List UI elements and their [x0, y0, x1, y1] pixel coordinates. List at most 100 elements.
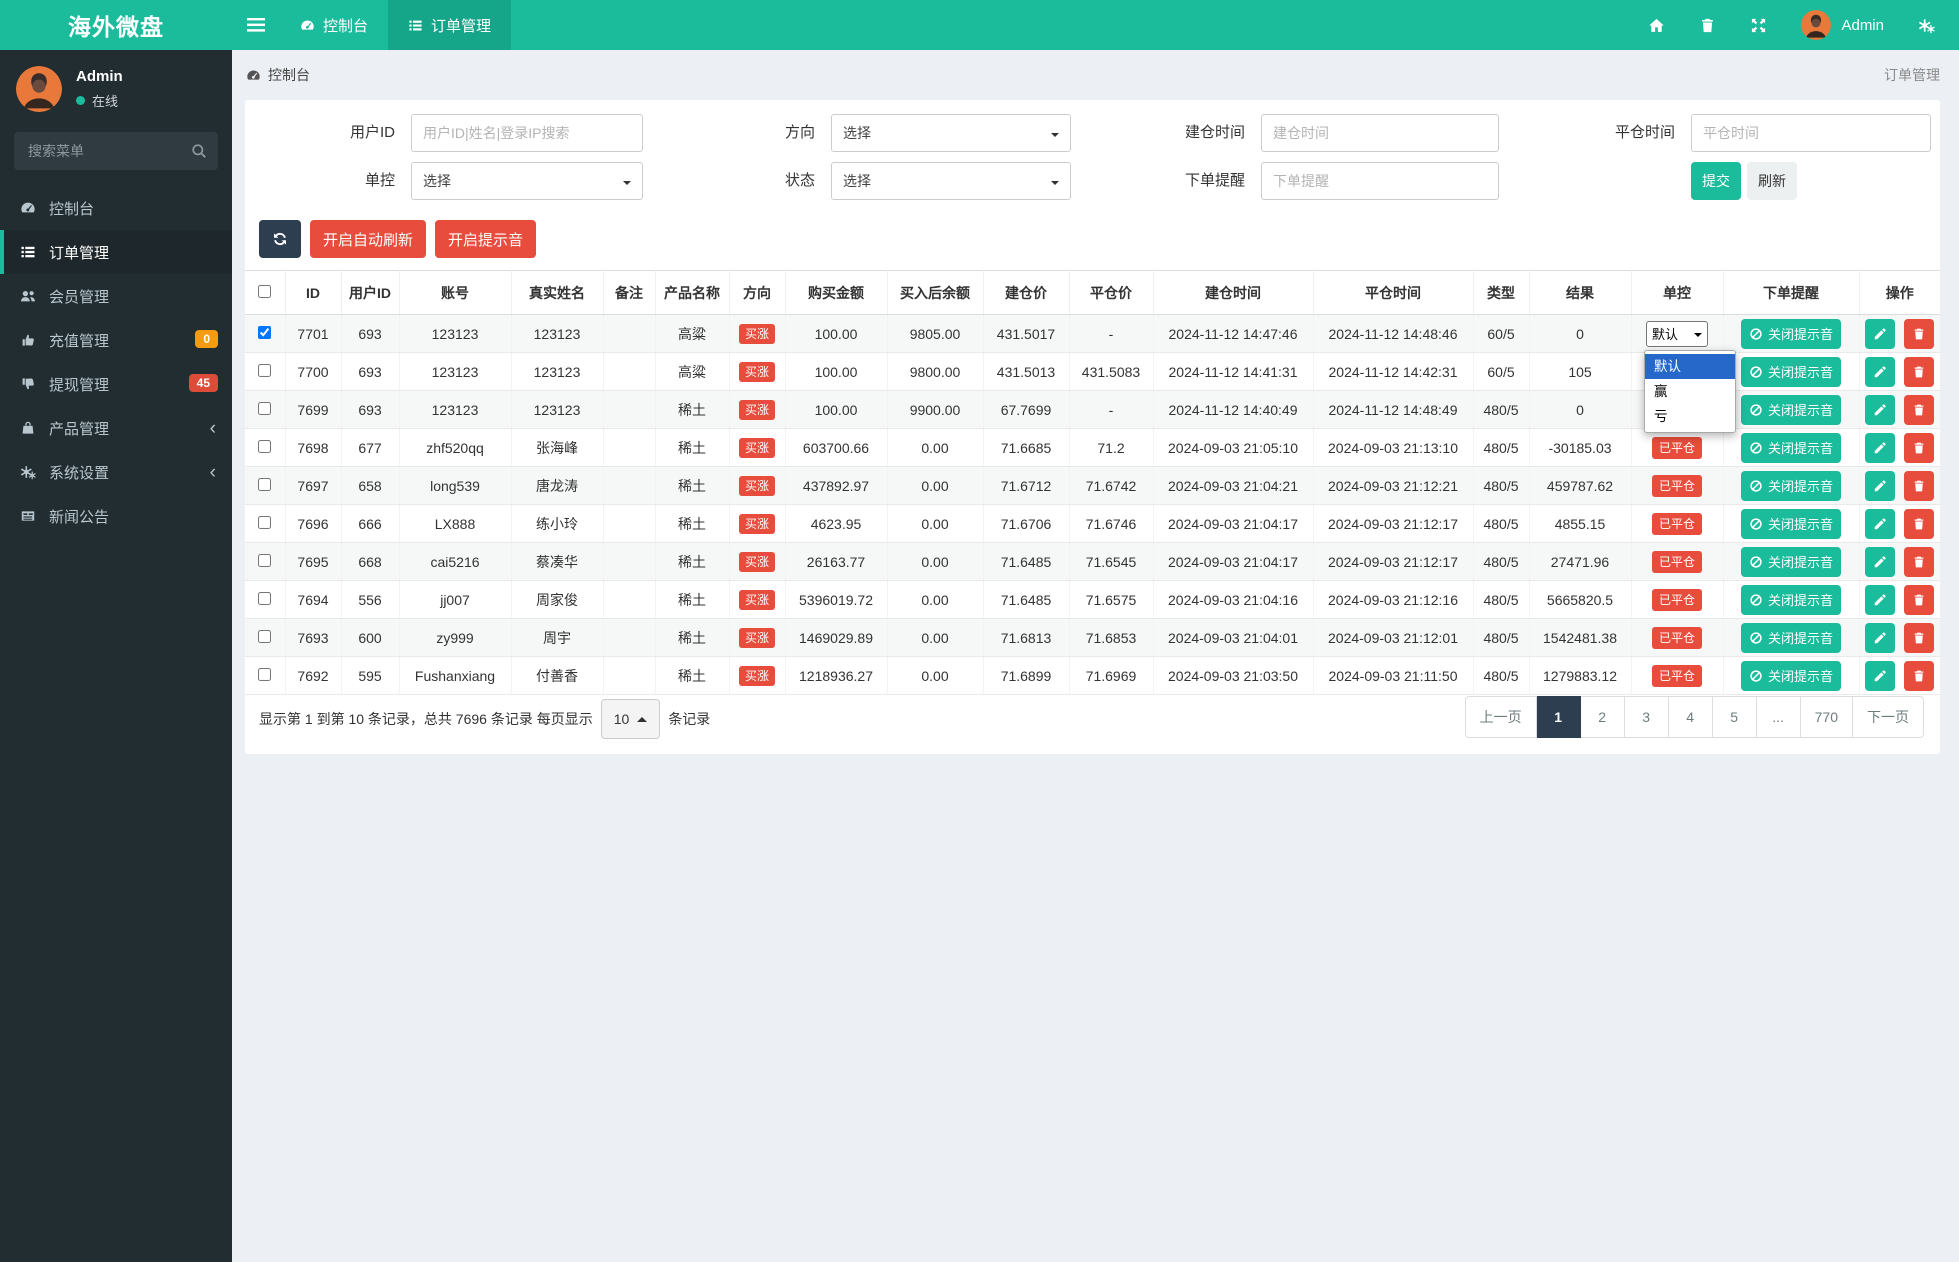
delete-button[interactable] — [1904, 508, 1935, 539]
brand-logo[interactable]: 海外微盘 — [0, 0, 232, 50]
delete-button[interactable] — [1904, 318, 1935, 349]
page-button[interactable]: 770 — [1800, 696, 1853, 738]
select-all-checkbox[interactable] — [258, 284, 272, 298]
home-icon[interactable] — [1648, 17, 1665, 34]
row-checkbox[interactable] — [258, 401, 272, 415]
order-notice-input[interactable] — [1261, 162, 1499, 200]
edit-button[interactable] — [1865, 356, 1896, 387]
trash-icon — [1914, 366, 1924, 377]
per-page-select[interactable]: 10 — [600, 699, 661, 739]
delete-button[interactable] — [1904, 394, 1935, 425]
reload-button[interactable] — [259, 220, 301, 258]
mute-label: 关闭提示音 — [1767, 327, 1833, 342]
open-time-input[interactable] — [1261, 114, 1499, 152]
col-userid: 用户ID — [341, 270, 400, 315]
page-button[interactable]: 5 — [1712, 696, 1757, 738]
sidebar-item-orders[interactable]: 订单管理 — [0, 230, 232, 274]
fullscreen-icon[interactable] — [1750, 17, 1767, 34]
row-checkbox[interactable] — [258, 591, 272, 605]
direction-select[interactable]: 选择 — [831, 114, 1071, 152]
page-button[interactable]: 4 — [1668, 696, 1713, 738]
sound-button[interactable]: 开启提示音 — [435, 220, 537, 258]
sidebar-item-withdraw[interactable]: 提现管理 45 — [0, 362, 232, 406]
mute-button[interactable]: 关闭提示音 — [1740, 470, 1841, 501]
mute-button[interactable]: 关闭提示音 — [1740, 546, 1841, 577]
page-button[interactable]: ... — [1756, 696, 1801, 738]
mute-button[interactable]: 关闭提示音 — [1740, 432, 1841, 463]
dropdown-option[interactable]: 赢 — [1645, 379, 1735, 404]
refresh-button[interactable]: 刷新 — [1747, 162, 1797, 200]
row-checkbox[interactable] — [258, 667, 272, 681]
mute-button[interactable]: 关闭提示音 — [1740, 394, 1841, 425]
mute-button[interactable]: 关闭提示音 — [1740, 318, 1841, 349]
trash-icon — [1914, 480, 1924, 491]
userid-search-input[interactable] — [411, 114, 643, 152]
search-icon[interactable] — [191, 143, 207, 159]
gears-icon[interactable] — [1918, 17, 1935, 34]
mute-button[interactable]: 关闭提示音 — [1740, 508, 1841, 539]
auto-refresh-button[interactable]: 开启自动刷新 — [310, 220, 427, 258]
delete-button[interactable] — [1904, 470, 1935, 501]
edit-button[interactable] — [1865, 584, 1896, 615]
sidebar-item-members[interactable]: 会员管理 — [0, 274, 232, 318]
edit-button[interactable] — [1865, 508, 1896, 539]
cell-note — [603, 390, 656, 429]
close-time-input[interactable] — [1691, 114, 1931, 152]
edit-button[interactable] — [1865, 432, 1896, 463]
sidebar-item-products[interactable]: 产品管理 ‹ — [0, 406, 232, 450]
mute-button[interactable]: 关闭提示音 — [1740, 584, 1841, 615]
pencil-icon — [1875, 441, 1886, 453]
control-select[interactable]: 默认 — [1646, 320, 1708, 347]
sidebar-item-dashboard[interactable]: 控制台 — [0, 186, 232, 230]
mute-button[interactable]: 关闭提示音 — [1740, 660, 1841, 691]
user-menu[interactable]: Admin — [1801, 10, 1884, 40]
sidebar-search-input[interactable] — [14, 132, 218, 170]
edit-button[interactable] — [1865, 318, 1896, 349]
breadcrumb-location[interactable]: 控制台 — [268, 65, 310, 85]
mute-button[interactable]: 关闭提示音 — [1740, 356, 1841, 387]
page-button[interactable]: 上一页 — [1464, 696, 1537, 738]
dropdown-option[interactable]: 亏 — [1645, 404, 1735, 429]
pencil-icon — [1875, 669, 1886, 681]
sidebar-item-recharge[interactable]: 充值管理 0 — [0, 318, 232, 362]
delete-button[interactable] — [1904, 546, 1935, 577]
edit-button[interactable] — [1865, 470, 1896, 501]
sidebar-item-news[interactable]: 新闻公告 — [0, 494, 232, 538]
edit-button[interactable] — [1865, 546, 1896, 577]
cell-note — [603, 618, 656, 657]
status-select[interactable]: 选择 — [831, 162, 1071, 200]
cell-open-price: 71.6485 — [983, 542, 1070, 581]
page-button[interactable]: 下一页 — [1853, 696, 1924, 738]
delete-button[interactable] — [1904, 660, 1935, 691]
row-checkbox[interactable] — [258, 363, 272, 377]
row-checkbox[interactable] — [258, 553, 272, 567]
edit-button[interactable] — [1865, 660, 1896, 691]
tab-dashboard[interactable]: 控制台 — [280, 0, 388, 50]
row-checkbox[interactable] — [258, 515, 272, 529]
sidebar-profile: Admin 在线 — [0, 50, 232, 126]
dropdown-option[interactable]: 默认 — [1645, 354, 1735, 379]
cell-amount: 5396019.72 — [785, 580, 888, 619]
row-checkbox[interactable] — [258, 325, 272, 339]
delete-button[interactable] — [1904, 432, 1935, 463]
cell-amount: 4623.95 — [785, 504, 888, 543]
edit-button[interactable] — [1865, 622, 1896, 653]
edit-button[interactable] — [1865, 394, 1896, 425]
row-checkbox[interactable] — [258, 629, 272, 643]
page-button[interactable]: 1 — [1536, 696, 1581, 738]
row-checkbox[interactable] — [258, 477, 272, 491]
col-close-price: 平仓价 — [1069, 270, 1154, 315]
delete-button[interactable] — [1904, 356, 1935, 387]
control-filter-select[interactable]: 选择 — [411, 162, 643, 200]
tab-order-management[interactable]: 订单管理 — [388, 0, 512, 50]
trash-icon[interactable] — [1699, 17, 1716, 34]
row-checkbox[interactable] — [258, 439, 272, 453]
sidebar-toggle-button[interactable] — [232, 0, 280, 50]
page-button[interactable]: 2 — [1580, 696, 1625, 738]
delete-button[interactable] — [1904, 622, 1935, 653]
delete-button[interactable] — [1904, 584, 1935, 615]
submit-button[interactable]: 提交 — [1691, 162, 1741, 200]
sidebar-item-settings[interactable]: 系统设置 ‹ — [0, 450, 232, 494]
mute-button[interactable]: 关闭提示音 — [1740, 622, 1841, 653]
page-button[interactable]: 3 — [1624, 696, 1669, 738]
